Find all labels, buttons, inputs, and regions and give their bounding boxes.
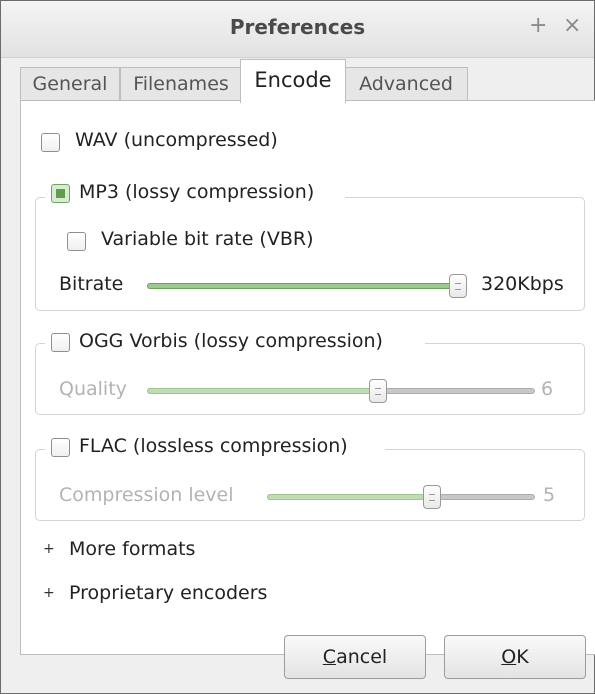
bitrate-slider-fill <box>147 283 458 289</box>
vbr-checkbox[interactable] <box>67 232 86 251</box>
window-title: Preferences <box>229 15 366 39</box>
vbr-label[interactable]: Variable bit rate (VBR) <box>101 228 314 250</box>
close-icon[interactable]: × <box>563 13 581 38</box>
bitrate-value: 320Kbps <box>481 273 564 295</box>
quality-slider-handle[interactable] <box>369 379 387 403</box>
wav-checkbox[interactable] <box>41 133 60 152</box>
title-bar[interactable]: Preferences + × <box>1 1 594 58</box>
flac-checkbox[interactable] <box>51 438 70 457</box>
quality-slider[interactable] <box>147 379 535 403</box>
compression-slider-handle[interactable] <box>423 485 441 509</box>
flac-legend: FLAC (lossless compression) <box>45 435 385 459</box>
quality-label: Quality <box>59 378 127 400</box>
bitrate-slider[interactable] <box>147 274 467 298</box>
cancel-button-mnemonic: C <box>322 646 337 668</box>
more-formats-expander[interactable]: More formats <box>69 538 195 560</box>
ogg-label[interactable]: OGG Vorbis (lossy compression) <box>79 330 383 352</box>
mp3-checkbox[interactable] <box>51 184 70 203</box>
ogg-checkbox[interactable] <box>51 333 70 352</box>
compression-slider-fill <box>267 494 432 500</box>
tab-filenames[interactable]: Filenames <box>120 67 242 101</box>
mp3-legend: MP3 (lossy compression) <box>45 181 345 205</box>
proprietary-encoders-expand-icon[interactable]: + <box>43 586 55 600</box>
flac-label[interactable]: FLAC (lossless compression) <box>79 435 348 457</box>
cancel-button-label-rest: ancel <box>336 646 388 668</box>
compression-level-slider[interactable] <box>267 485 535 509</box>
plus-icon[interactable]: + <box>529 13 547 38</box>
tab-general[interactable]: General <box>20 67 120 101</box>
preferences-window: Preferences + × General Filenames Advanc… <box>0 0 595 694</box>
compression-level-label: Compression level <box>59 484 234 506</box>
mp3-label[interactable]: MP3 (lossy compression) <box>79 181 314 203</box>
proprietary-encoders-expander[interactable]: Proprietary encoders <box>69 582 267 604</box>
more-formats-expand-icon[interactable]: + <box>43 542 55 556</box>
ogg-legend: OGG Vorbis (lossy compression) <box>45 330 425 354</box>
ok-button-label-rest: K <box>516 646 529 668</box>
bitrate-label: Bitrate <box>59 273 124 295</box>
tab-advanced[interactable]: Advanced <box>344 67 468 101</box>
wav-label[interactable]: WAV (uncompressed) <box>75 129 278 151</box>
ok-button-mnemonic: O <box>501 646 517 668</box>
quality-value: 6 <box>541 378 554 400</box>
cancel-button[interactable]: Cancel <box>284 635 426 679</box>
compression-level-value: 5 <box>543 484 556 506</box>
ok-button[interactable]: OK <box>444 635 586 679</box>
tab-encode[interactable]: Encode <box>240 59 346 103</box>
encode-panel: WAV (uncompressed) MP3 (lossy compressio… <box>20 100 595 655</box>
bitrate-slider-handle[interactable] <box>449 274 467 298</box>
quality-slider-fill <box>147 388 378 394</box>
